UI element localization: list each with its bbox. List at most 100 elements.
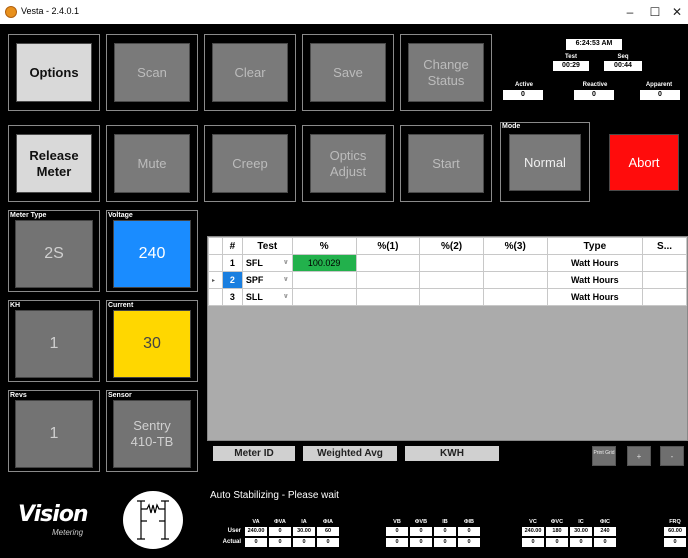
- s-cell[interactable]: [642, 254, 687, 272]
- options-button[interactable]: Options: [16, 43, 92, 102]
- current-tile[interactable]: 30: [113, 310, 191, 378]
- phase-user-value[interactable]: 240.00: [522, 527, 544, 536]
- col-header-pct2[interactable]: %(2): [419, 237, 484, 255]
- change-status-button[interactable]: Change Status: [408, 43, 484, 102]
- print-grid-button[interactable]: Print Grid: [592, 446, 616, 466]
- pct-cell[interactable]: [291, 288, 357, 306]
- pct3-cell[interactable]: [482, 288, 548, 306]
- app-icon: [5, 6, 17, 18]
- test-combo[interactable]: SFL ∨: [241, 254, 293, 272]
- sensor-tile[interactable]: Sentry 410-TB: [113, 400, 191, 468]
- col-header-s[interactable]: S...: [642, 237, 687, 255]
- row-num: 3: [221, 288, 243, 306]
- phase-user-value[interactable]: 0: [386, 527, 408, 536]
- row-indicator-header: [208, 237, 223, 255]
- col-header-pct[interactable]: %: [291, 237, 357, 255]
- clock-time: 6:24:53 AM: [566, 39, 622, 50]
- phase-header: FRQ: [669, 519, 681, 525]
- phase-header: VB: [393, 519, 401, 525]
- phase-user-value[interactable]: 60.00: [664, 527, 686, 536]
- pct1-cell[interactable]: [355, 254, 421, 272]
- table-row[interactable]: ▸ 2 SPF ∨ Watt Hours: [208, 271, 687, 289]
- col-header-test[interactable]: Test: [241, 237, 293, 255]
- phase-user-value[interactable]: 0: [434, 527, 456, 536]
- s-cell[interactable]: [642, 288, 687, 306]
- meter-type-tile[interactable]: 2S: [15, 220, 93, 288]
- phase-user-value[interactable]: 60: [317, 527, 339, 536]
- type-cell[interactable]: Watt Hours: [546, 254, 644, 272]
- s-cell[interactable]: [642, 271, 687, 289]
- type-cell[interactable]: Watt Hours: [546, 271, 644, 289]
- phase-header: ΦIC: [599, 519, 610, 525]
- chevron-down-icon[interactable]: ∨: [283, 258, 289, 266]
- save-button[interactable]: Save: [310, 43, 386, 102]
- status-message: Auto Stabilizing - Please wait: [210, 490, 339, 501]
- test-combo-value: SPF: [245, 275, 264, 285]
- phase-header: IA: [301, 519, 307, 525]
- meter-wiring-schematic-icon: [123, 491, 183, 549]
- phase-actual-value: 0: [664, 538, 686, 547]
- test-time-label: Test: [565, 54, 577, 60]
- row-num: 2: [221, 271, 243, 289]
- phase-user-value[interactable]: 240: [594, 527, 616, 536]
- creep-button[interactable]: Creep: [212, 134, 288, 193]
- remove-row-button[interactable]: -: [660, 446, 684, 466]
- chevron-down-icon[interactable]: ∨: [283, 292, 289, 300]
- test-grid: # Test % %(1) %(2) %(3) Type S... 1 SFL ∨…: [207, 236, 688, 441]
- phase-user-value[interactable]: 0: [269, 527, 291, 536]
- main-window: Options Scan Clear Save Change Status 6:…: [0, 24, 688, 558]
- add-row-button[interactable]: +: [627, 446, 651, 466]
- phase-user-value[interactable]: 0: [458, 527, 480, 536]
- table-row[interactable]: 1 SFL ∨ 100.029 Watt Hours: [208, 254, 687, 272]
- phase-actual-value: 0: [570, 538, 592, 547]
- revs-tile[interactable]: 1: [15, 400, 93, 468]
- phase-user-value[interactable]: 180: [546, 527, 568, 536]
- meter-id-field[interactable]: Meter ID: [213, 446, 295, 461]
- clear-button[interactable]: Clear: [212, 43, 288, 102]
- maximize-button[interactable]: ☐: [644, 3, 666, 21]
- test-combo[interactable]: SLL ∨: [241, 288, 293, 306]
- pct2-cell[interactable]: [419, 288, 484, 306]
- pct-cell[interactable]: 100.029: [291, 254, 357, 272]
- test-time-value: 00:29: [553, 61, 589, 71]
- test-table: # Test % %(1) %(2) %(3) Type S... 1 SFL ∨…: [208, 237, 687, 306]
- kh-tile[interactable]: 1: [15, 310, 93, 378]
- kwh-field[interactable]: KWH: [405, 446, 499, 461]
- pct2-cell[interactable]: [419, 254, 484, 272]
- phase-header: IB: [442, 519, 448, 525]
- pct3-cell[interactable]: [482, 271, 548, 289]
- pct1-cell[interactable]: [355, 288, 421, 306]
- phase-user-value[interactable]: 0: [410, 527, 432, 536]
- col-header-pct3[interactable]: %(3): [482, 237, 548, 255]
- col-header-type[interactable]: Type: [546, 237, 644, 255]
- phase-header: ΦVC: [550, 519, 564, 525]
- phase-header: VA: [252, 519, 260, 525]
- weighted-avg-field[interactable]: Weighted Avg: [303, 446, 397, 461]
- test-combo[interactable]: SPF ∨: [241, 271, 293, 289]
- phase-user-value[interactable]: 240.00: [245, 527, 267, 536]
- pct2-cell[interactable]: [419, 271, 484, 289]
- table-row[interactable]: 3 SLL ∨ Watt Hours: [208, 288, 687, 306]
- chevron-down-icon[interactable]: ∨: [283, 275, 289, 283]
- type-cell[interactable]: Watt Hours: [546, 288, 644, 306]
- voltage-tile[interactable]: 240: [113, 220, 191, 288]
- pct1-cell[interactable]: [355, 271, 421, 289]
- start-button[interactable]: Start: [408, 134, 484, 193]
- normal-mode-button[interactable]: Normal: [509, 134, 581, 191]
- mute-button[interactable]: Mute: [114, 134, 190, 193]
- scan-button[interactable]: Scan: [114, 43, 190, 102]
- logo-sub: Metering: [52, 528, 84, 537]
- pct-cell[interactable]: [291, 271, 357, 289]
- abort-button[interactable]: Abort: [609, 134, 679, 191]
- kh-label: KH: [10, 302, 21, 309]
- col-header-pct1[interactable]: %(1): [355, 237, 421, 255]
- phase-user-value[interactable]: 30.00: [293, 527, 315, 536]
- pct3-cell[interactable]: [482, 254, 548, 272]
- minimize-button[interactable]: –: [619, 3, 641, 21]
- release-meter-button[interactable]: Release Meter: [16, 134, 92, 193]
- phase-user-value[interactable]: 30.00: [570, 527, 592, 536]
- close-button[interactable]: ✕: [666, 3, 688, 21]
- row-indicator: [208, 254, 223, 272]
- optics-adjust-button[interactable]: Optics Adjust: [310, 134, 386, 193]
- col-header-num[interactable]: #: [221, 237, 243, 255]
